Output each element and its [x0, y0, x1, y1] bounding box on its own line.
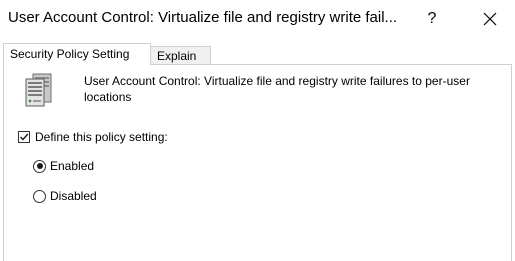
dialog-body: Security Policy Setting Explain User Acc… [0, 38, 515, 261]
tab-explain[interactable]: Explain [151, 46, 211, 65]
radio-selected-dot [36, 163, 43, 169]
enabled-radio[interactable] [33, 159, 46, 173]
disabled-label: Disabled [50, 189, 97, 203]
help-button[interactable]: ? [418, 7, 446, 31]
close-icon [483, 12, 497, 26]
tab-security-policy-setting[interactable]: Security Policy Setting [3, 43, 151, 65]
title-bar: User Account Control: Virtualize file an… [0, 0, 515, 38]
window-title: User Account Control: Virtualize file an… [8, 9, 398, 26]
policy-server-icon [24, 73, 54, 107]
radio-row-disabled[interactable]: Disabled [33, 188, 97, 204]
radio-row-enabled[interactable]: Enabled [33, 158, 94, 174]
define-policy-checkbox-row[interactable]: Define this policy setting: [18, 129, 168, 145]
close-button[interactable] [475, 6, 505, 32]
policy-properties-dialog: User Account Control: Virtualize file an… [0, 0, 515, 261]
disabled-radio[interactable] [33, 189, 46, 203]
enabled-label: Enabled [50, 159, 95, 173]
checkmark-icon [20, 133, 29, 141]
define-policy-checkbox[interactable] [18, 131, 30, 143]
tab-panel-security-policy-setting: User Account Control: Virtualize file an… [3, 64, 512, 261]
policy-name: User Account Control: Virtualize file an… [84, 74, 470, 104]
define-policy-label: Define this policy setting: [35, 130, 168, 144]
